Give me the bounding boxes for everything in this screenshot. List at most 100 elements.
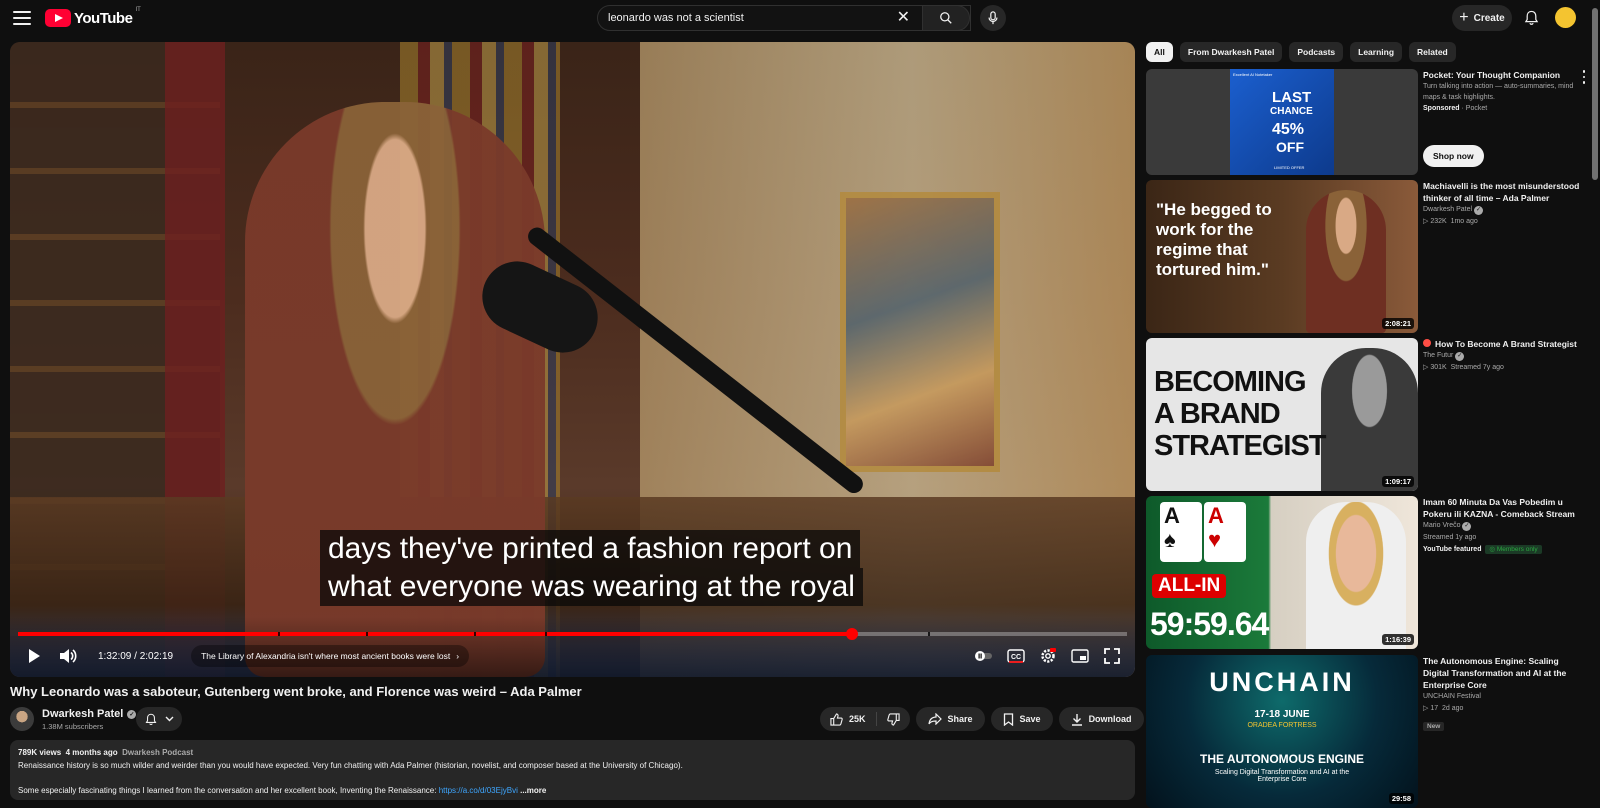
settings-button[interactable]: [1034, 642, 1062, 670]
channel-line: The Futur ✓: [1423, 350, 1583, 362]
ad-thumb-text-limited: LIMITED OFFER: [1274, 165, 1305, 170]
thumb-quote: "He begged to work for the regime that t…: [1156, 200, 1272, 279]
video-player[interactable]: days they've printed a fashion report on…: [10, 42, 1135, 677]
captions-button[interactable]: CC: [1002, 642, 1030, 670]
chip-all[interactable]: All: [1146, 42, 1173, 62]
ad-thumbnail[interactable]: Excellent AI Notetaker LAST CHANCE 45% O…: [1146, 69, 1418, 175]
recommendation-item: BECOMING A BRAND STRATEGIST 1:09:17 How …: [1146, 338, 1586, 491]
bell-icon: [145, 713, 156, 725]
video-thumbnail[interactable]: A ♠ A ♥ ALL-IN 59:59.64 1:16:39: [1146, 496, 1418, 649]
video-thumbnail[interactable]: BECOMING A BRAND STRATEGIST 1:09:17: [1146, 338, 1418, 491]
channel-avatar[interactable]: [10, 707, 34, 731]
save-button[interactable]: Save: [990, 707, 1053, 731]
download-button[interactable]: Download: [1058, 707, 1144, 731]
shop-now-button[interactable]: Shop now: [1423, 145, 1484, 167]
chip-from-channel[interactable]: From Dwarkesh Patel: [1179, 42, 1283, 62]
right-controls: CC: [970, 638, 1126, 674]
chip-related[interactable]: Related: [1409, 42, 1456, 62]
voice-search-button[interactable]: [980, 5, 1006, 31]
thumb-text-venue: ORADEA FORTRESS: [1247, 722, 1317, 729]
chip-podcasts[interactable]: Podcasts: [1289, 42, 1344, 62]
subscription-notifications-button[interactable]: [136, 707, 182, 731]
video-title[interactable]: Machiavelli is the most misunderstood th…: [1423, 180, 1583, 204]
chapter-button[interactable]: The Library of Alexandria isn't where mo…: [191, 645, 470, 667]
upload-age: Streamed 7y ago: [1450, 364, 1504, 371]
channel-name[interactable]: Mario Vrečo: [1423, 522, 1460, 529]
fullscreen-button[interactable]: [1098, 642, 1126, 670]
channel-name[interactable]: The Futur: [1423, 352, 1453, 359]
search-button[interactable]: [922, 5, 970, 31]
miniplayer-icon: [1071, 649, 1089, 663]
subscriber-count: 1.38M subscribers: [42, 722, 104, 731]
thumb-text-allin: ALL-IN: [1152, 574, 1227, 598]
video-thumbnail[interactable]: "He begged to work for the regime that t…: [1146, 180, 1418, 333]
channel-line: Dwarkesh Patel ✓: [1423, 204, 1583, 216]
mute-button[interactable]: [54, 642, 82, 670]
fullscreen-icon: [1104, 648, 1120, 664]
share-button[interactable]: Share: [915, 707, 985, 731]
search-input[interactable]: [608, 12, 898, 24]
progress-bar[interactable]: [18, 628, 1127, 640]
ad-info: Pocket: Your Thought Companion Turn talk…: [1423, 69, 1586, 167]
chip-learning[interactable]: Learning: [1350, 42, 1403, 62]
youtube-play-icon: [45, 9, 71, 27]
video-title-row: How To Become A Brand Strategist: [1423, 338, 1583, 350]
logo-text: YouTube: [74, 9, 133, 27]
page-scrollbar[interactable]: [1590, 0, 1600, 795]
verified-icon: ✓: [1462, 521, 1472, 531]
upload-age: 1mo ago: [1450, 218, 1478, 225]
video-title[interactable]: The Autonomous Engine: Scaling Digital T…: [1423, 655, 1583, 691]
account-avatar[interactable]: [1555, 7, 1576, 28]
show-more-link[interactable]: ...more: [520, 786, 546, 795]
video-title: Why Leonardo was a saboteur, Gutenberg w…: [10, 684, 582, 699]
upload-age: Streamed 1y ago: [1423, 534, 1477, 541]
members-only-label: Members only: [1496, 546, 1538, 553]
ad-title[interactable]: Pocket: Your Thought Companion: [1423, 69, 1583, 81]
video-frame-painting: [840, 192, 1000, 472]
create-button[interactable]: + Create: [1452, 5, 1512, 31]
verified-icon: ✓: [127, 709, 137, 719]
description-text: Renaissance history is so much wilder an…: [18, 761, 683, 770]
thumb-text-headline: THE AUTONOMOUS ENGINE: [1199, 752, 1364, 766]
pause-autoplay-toggle[interactable]: [970, 642, 998, 670]
chapter-title: The Library of Alexandria isn't where mo…: [201, 651, 451, 661]
video-title[interactable]: How To Become A Brand Strategist: [1435, 339, 1577, 349]
view-count: 17: [1430, 705, 1439, 712]
description-link[interactable]: https://a.co/d/03EjyBvi: [439, 786, 518, 795]
notifications-button[interactable]: [1519, 6, 1543, 30]
description-meta: 789K views 4 months ago Dwarkesh Podcast: [18, 748, 1127, 757]
video-thumbnail[interactable]: UNCHAIN 17-18 JUNE ORADEA FORTRESS THE A…: [1146, 655, 1418, 808]
youtube-logo[interactable]: YouTube IT: [45, 7, 141, 27]
like-button[interactable]: 25K: [820, 707, 876, 731]
gear-icon: [1041, 648, 1056, 663]
description-box[interactable]: 789K views 4 months ago Dwarkesh Podcast…: [10, 740, 1135, 800]
ad-product-image: Excellent AI Notetaker LAST CHANCE 45% O…: [1230, 69, 1334, 175]
like-count: 25K: [849, 714, 866, 724]
scrubber-handle[interactable]: [845, 628, 858, 640]
dislike-button[interactable]: [877, 707, 910, 731]
video-stats: ▷ 17 2d ago: [1423, 705, 1464, 712]
channel-name[interactable]: Dwarkesh Patel: [1423, 206, 1472, 213]
logo-country-code: IT: [135, 7, 141, 13]
menu-icon[interactable]: [12, 9, 32, 27]
ad-thumb-text-chance: CHANCE: [1270, 106, 1313, 117]
top-bar: YouTube IT ✕ + Create: [0, 0, 1600, 36]
video-duration: 1:09:17: [1382, 476, 1414, 487]
miniplayer-button[interactable]: [1066, 642, 1094, 670]
channel-name-link[interactable]: Dwarkesh Patel ✓: [42, 708, 137, 720]
recommendation-item: "He begged to work for the regime that t…: [1146, 180, 1586, 333]
podcast-tag[interactable]: Dwarkesh Podcast: [122, 748, 193, 757]
filter-chips: All From Dwarkesh Patel Podcasts Learnin…: [1146, 42, 1456, 62]
caption-line-1: days they've printed a fashion report on: [320, 530, 861, 568]
channel-name[interactable]: UNCHAIN Festival: [1423, 691, 1583, 703]
create-label: Create: [1473, 12, 1505, 24]
scrollbar-thumb[interactable]: [1592, 8, 1598, 180]
video-title[interactable]: Imam 60 Minuta Da Vas Pobedim u Pokeru i…: [1423, 496, 1583, 520]
video-stats: ▷ 301K Streamed 7y ago: [1423, 364, 1504, 371]
video-stats: ▷ 232K 1mo ago: [1423, 218, 1478, 225]
play-button[interactable]: [20, 642, 48, 670]
left-controls: 1:32:09 / 2:02:19 The Library of Alexand…: [20, 638, 470, 674]
clear-search-icon[interactable]: ✕: [897, 10, 910, 26]
thumb-text-subline: Scaling Digital Transformation and AI at…: [1214, 769, 1350, 783]
ad-menu-icon[interactable]: [1579, 69, 1589, 85]
